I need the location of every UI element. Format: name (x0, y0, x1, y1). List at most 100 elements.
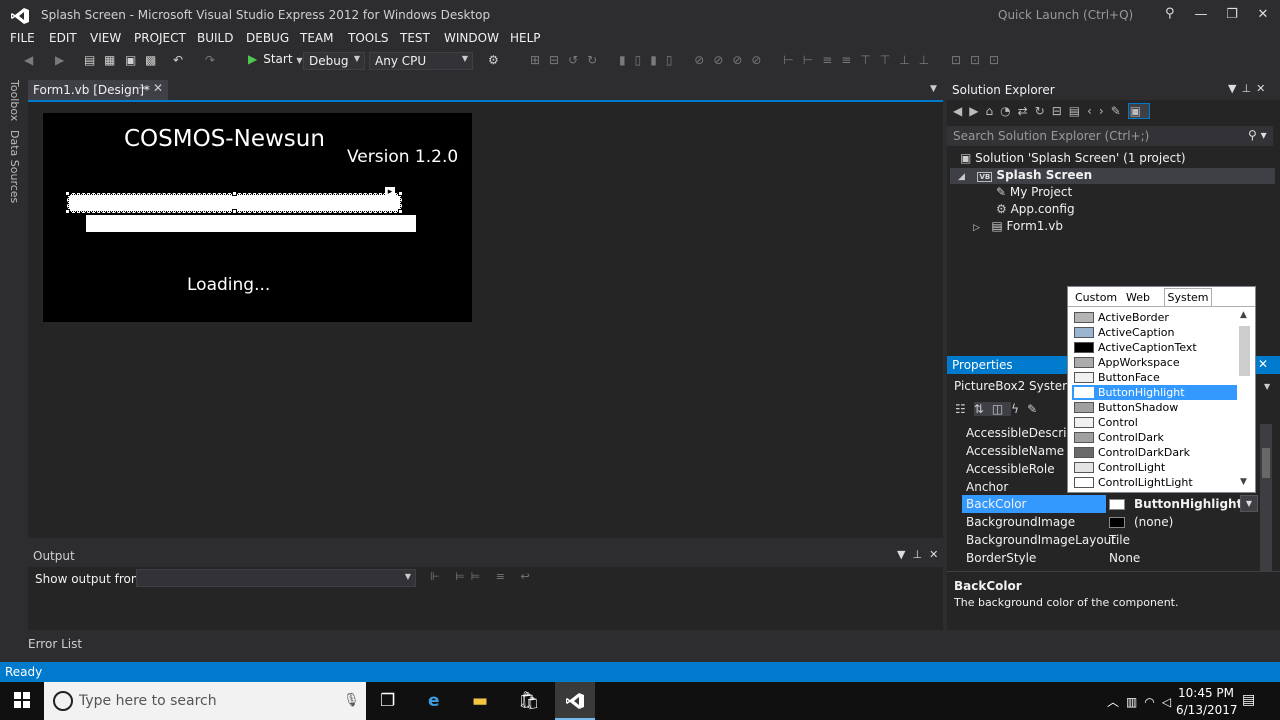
view-code-icon[interactable]: ‹› (1087, 104, 1111, 118)
scrollbar-thumb[interactable] (1239, 326, 1250, 376)
menu-team[interactable]: TEAM (300, 31, 333, 45)
menu-tools[interactable]: TOOLS (348, 31, 389, 45)
color-option[interactable]: ButtonShadow (1072, 400, 1237, 415)
properties-icon[interactable]: ◫ (991, 402, 1012, 416)
smart-tag-icon[interactable]: ▸ (385, 187, 395, 197)
home-icon[interactable]: ⌂ (985, 104, 1000, 118)
pin-icon[interactable]: ⊸ (138, 83, 146, 94)
microphone-icon[interactable]: 🎙 (343, 693, 360, 708)
form-version-label[interactable]: Version 1.2.0 (347, 147, 458, 167)
tree-item-app-config[interactable]: ⚙ App.config (996, 202, 1075, 216)
close-button[interactable]: ✕ (1248, 4, 1278, 26)
resize-handle[interactable] (398, 209, 403, 214)
back-icon[interactable]: ◀ (24, 53, 33, 67)
forward-icon[interactable]: ▶ (55, 53, 64, 67)
property-row-backcolor[interactable]: BackColor ButtonHighlight ▼ (962, 495, 1258, 513)
properties-icon[interactable]: ✎ (1111, 104, 1128, 118)
close-icon[interactable]: ✕ (1258, 357, 1268, 371)
property-pages-icon[interactable]: ✎ (1027, 402, 1045, 416)
property-row[interactable]: BorderStyle None (962, 549, 1258, 567)
resize-handle[interactable] (65, 209, 70, 214)
resize-handle[interactable] (398, 191, 403, 196)
dropdown-button[interactable]: ▼ (1240, 495, 1258, 512)
tab-form1-design[interactable]: Form1.vb [Design]* (28, 80, 168, 100)
taskbar-search-placeholder[interactable]: Type here to search (79, 693, 217, 709)
tab-custom[interactable]: Custom (1075, 291, 1117, 304)
menu-view[interactable]: VIEW (90, 31, 121, 45)
visual-studio-taskbar-icon[interactable] (565, 692, 585, 715)
solution-explorer-search-input[interactable]: Search Solution Explorer (Ctrl+;) (947, 126, 1273, 146)
store-icon[interactable]: 🛍 (518, 691, 540, 711)
output-window-buttons[interactable]: ▼ ⊥ ✕ (897, 548, 938, 561)
back-icon[interactable]: ◀ (953, 104, 969, 118)
picturebox[interactable] (86, 215, 416, 232)
new-project-icon[interactable]: ▤ (84, 53, 95, 67)
properties-scrollbar[interactable] (1260, 424, 1272, 571)
search-icon[interactable]: ⚲ (1165, 6, 1175, 21)
tree-item-my-project[interactable]: ✎ My Project (996, 185, 1072, 199)
data-sources-tab[interactable]: Data Sources (8, 130, 21, 203)
tree-solution-node[interactable]: ▣ Solution 'Splash Screen' (1 project) (960, 151, 1186, 165)
form-title-label[interactable]: COSMOS-Newsun (124, 126, 325, 152)
menu-project[interactable]: PROJECT (134, 31, 186, 45)
save-icon[interactable]: ▣ (125, 53, 136, 67)
color-option[interactable]: ControlLight (1072, 460, 1237, 475)
view-designer-icon[interactable]: ▣ (1127, 103, 1151, 119)
color-option[interactable]: ActiveBorder (1072, 310, 1237, 325)
notification-icon[interactable]: ▤ (1242, 692, 1255, 708)
resize-handle[interactable] (232, 209, 237, 214)
chevron-down-icon[interactable]: ▼ (897, 548, 905, 561)
clock-date[interactable]: 6/13/2017 (1176, 703, 1238, 717)
refresh-icon[interactable]: ↻ (1035, 104, 1052, 118)
output-toolbar-icons[interactable]: ⊩ ⊨⊨ ≡ ↩ (430, 570, 536, 583)
property-row[interactable]: BackgroundImage (none) (962, 513, 1258, 531)
redo-icon[interactable]: ↷ (205, 53, 215, 67)
resize-handle[interactable] (232, 191, 237, 196)
menu-help[interactable]: HELP (510, 31, 541, 45)
tab-system[interactable]: System (1164, 288, 1212, 306)
save-all-icon[interactable]: ▩ (145, 53, 156, 67)
alphabetical-icon[interactable]: ⇅ (973, 402, 992, 416)
menu-edit[interactable]: EDIT (49, 31, 77, 45)
scrollbar-thumb[interactable] (1262, 448, 1270, 478)
color-option[interactable]: Control (1072, 415, 1237, 430)
menu-file[interactable]: FILE (10, 31, 35, 45)
categorized-icon[interactable]: ☷ (955, 402, 974, 416)
start-debugging-button[interactable]: ▶ Start ▼ (248, 52, 303, 66)
menu-debug[interactable]: DEBUG (246, 31, 289, 45)
forward-icon[interactable]: ▶ (969, 104, 985, 118)
toolbox-tab[interactable]: Toolbox (8, 80, 21, 121)
network-icon[interactable]: ▥ (1126, 695, 1144, 709)
color-option[interactable]: ActiveCaptionText (1072, 340, 1237, 355)
color-option[interactable]: ControlDark (1072, 430, 1237, 445)
pin-icon[interactable]: ⊥ (912, 548, 922, 561)
color-option[interactable]: ActiveCaption (1072, 325, 1237, 340)
chevron-down-icon[interactable]: ▼ (1264, 382, 1270, 391)
search-icon[interactable]: ⚲ ▾ (1248, 128, 1267, 142)
quick-launch-input[interactable]: Quick Launch (Ctrl+Q) (992, 3, 1187, 27)
chevron-down-icon[interactable]: ▼ (1228, 82, 1241, 95)
menu-build[interactable]: BUILD (197, 31, 233, 45)
clock-time[interactable]: 10:45 PM (1178, 686, 1234, 700)
sync-icon[interactable]: ⇄ (1018, 104, 1035, 118)
collapse-icon[interactable]: ⊟ (1052, 104, 1069, 118)
open-file-icon[interactable]: ▦ (104, 53, 115, 67)
solution-explorer-window-buttons[interactable]: ▼⊥✕ (1228, 82, 1270, 95)
color-option[interactable]: ControlDarkDark (1072, 445, 1237, 460)
close-icon[interactable]: ✕ (929, 548, 938, 561)
cortana-icon[interactable] (53, 691, 73, 711)
properties-toolbar[interactable]: ☷⇅◫ϟ✎ (955, 402, 1045, 416)
minimize-button[interactable]: — (1186, 4, 1216, 26)
platform-combo[interactable]: Any CPU ▼ (369, 52, 473, 70)
color-option[interactable]: ControlLightLight (1072, 475, 1237, 490)
task-view-icon[interactable]: ❐ (380, 691, 395, 711)
find-icon[interactable]: ⚙ (488, 53, 499, 67)
edge-browser-icon[interactable]: e (428, 691, 440, 711)
menu-window[interactable]: WINDOW (444, 31, 499, 45)
close-icon[interactable]: ✕ (1256, 82, 1270, 95)
layout-toolbar-icons[interactable]: ⊞⊟↺↻ ▮▯▮▯ ⊘⊘⊘⊘ ⊢⊢≡≡⊤⊤⊥⊥ ⊡⊡⊡ (530, 53, 1008, 67)
wifi-icon[interactable]: ◠ (1144, 695, 1161, 709)
history-icon[interactable]: ◔ (1000, 104, 1017, 118)
loading-label[interactable]: Loading... (187, 275, 270, 295)
property-row[interactable]: BackgroundImageLayout Tile (962, 531, 1258, 549)
